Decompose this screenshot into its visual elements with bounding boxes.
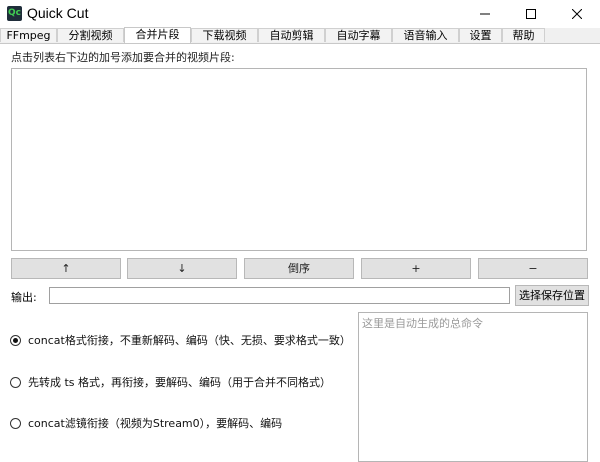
app-logo-icon: Qc (7, 6, 22, 21)
remove-clip-button[interactable]: − (478, 258, 588, 279)
option-label: 先转成 ts 格式，再衔接，要解码、编码（用于合并不同格式） (28, 376, 332, 389)
tab-download-video[interactable]: 下载视频 (191, 28, 258, 42)
option-concat-format[interactable]: concat格式衔接，不重新解码、编码（快、无损、要求格式一致） (10, 332, 351, 348)
maximize-icon (526, 9, 536, 19)
tab-auto-edit[interactable]: 自动剪辑 (258, 28, 325, 42)
merge-panel: 点击列表右下边的加号添加要合并的视频片段: ↑ ↓ 倒序 + − 输出: 选择保… (0, 44, 600, 462)
tab-bar: FFmpeg 分割视频 合并片段 下载视频 自动剪辑 自动字幕 语音输入 设置 … (0, 27, 600, 44)
instruction-text: 点击列表右下边的加号添加要合并的视频片段: (11, 51, 235, 64)
maximize-button[interactable] (508, 0, 554, 28)
reverse-button[interactable]: 倒序 (244, 258, 354, 279)
minimize-icon (480, 13, 490, 15)
radio-checked-icon[interactable] (10, 334, 21, 346)
close-icon (572, 9, 582, 19)
add-clip-button[interactable]: + (361, 258, 471, 279)
move-up-button[interactable]: ↑ (11, 258, 121, 279)
tab-merge-clips[interactable]: 合并片段 (124, 27, 191, 43)
tab-auto-subtitle[interactable]: 自动字幕 (325, 28, 392, 42)
option-concat-filter[interactable]: concat滤镜衔接（视频为Stream0），要解码、编码 (10, 415, 282, 431)
command-output-textarea[interactable]: 这里是自动生成的总命令 (358, 312, 588, 462)
close-button[interactable] (554, 0, 600, 28)
option-ts-convert[interactable]: 先转成 ts 格式，再衔接，要解码、编码（用于合并不同格式） (10, 374, 331, 390)
radio-unchecked-icon[interactable] (10, 417, 21, 429)
tab-split-video[interactable]: 分割视频 (57, 28, 124, 42)
title-bar: Qc Quick Cut (0, 0, 600, 28)
minimize-button[interactable] (462, 0, 508, 28)
tab-help[interactable]: 帮助 (502, 28, 545, 42)
tab-voice-input[interactable]: 语音输入 (392, 28, 459, 42)
choose-save-location-button[interactable]: 选择保存位置 (515, 285, 589, 306)
command-placeholder: 这里是自动生成的总命令 (362, 317, 483, 330)
option-label: concat格式衔接，不重新解码、编码（快、无损、要求格式一致） (28, 334, 351, 347)
output-label: 输出: (11, 291, 37, 304)
option-label: concat滤镜衔接（视频为Stream0），要解码、编码 (28, 417, 283, 430)
radio-unchecked-icon[interactable] (10, 376, 21, 388)
tab-settings[interactable]: 设置 (459, 28, 502, 42)
output-path-input[interactable] (49, 287, 510, 304)
window-title: Quick Cut (27, 5, 89, 21)
clip-list[interactable] (11, 68, 587, 251)
move-down-button[interactable]: ↓ (127, 258, 237, 279)
tab-ffmpeg[interactable]: FFmpeg (0, 28, 57, 42)
